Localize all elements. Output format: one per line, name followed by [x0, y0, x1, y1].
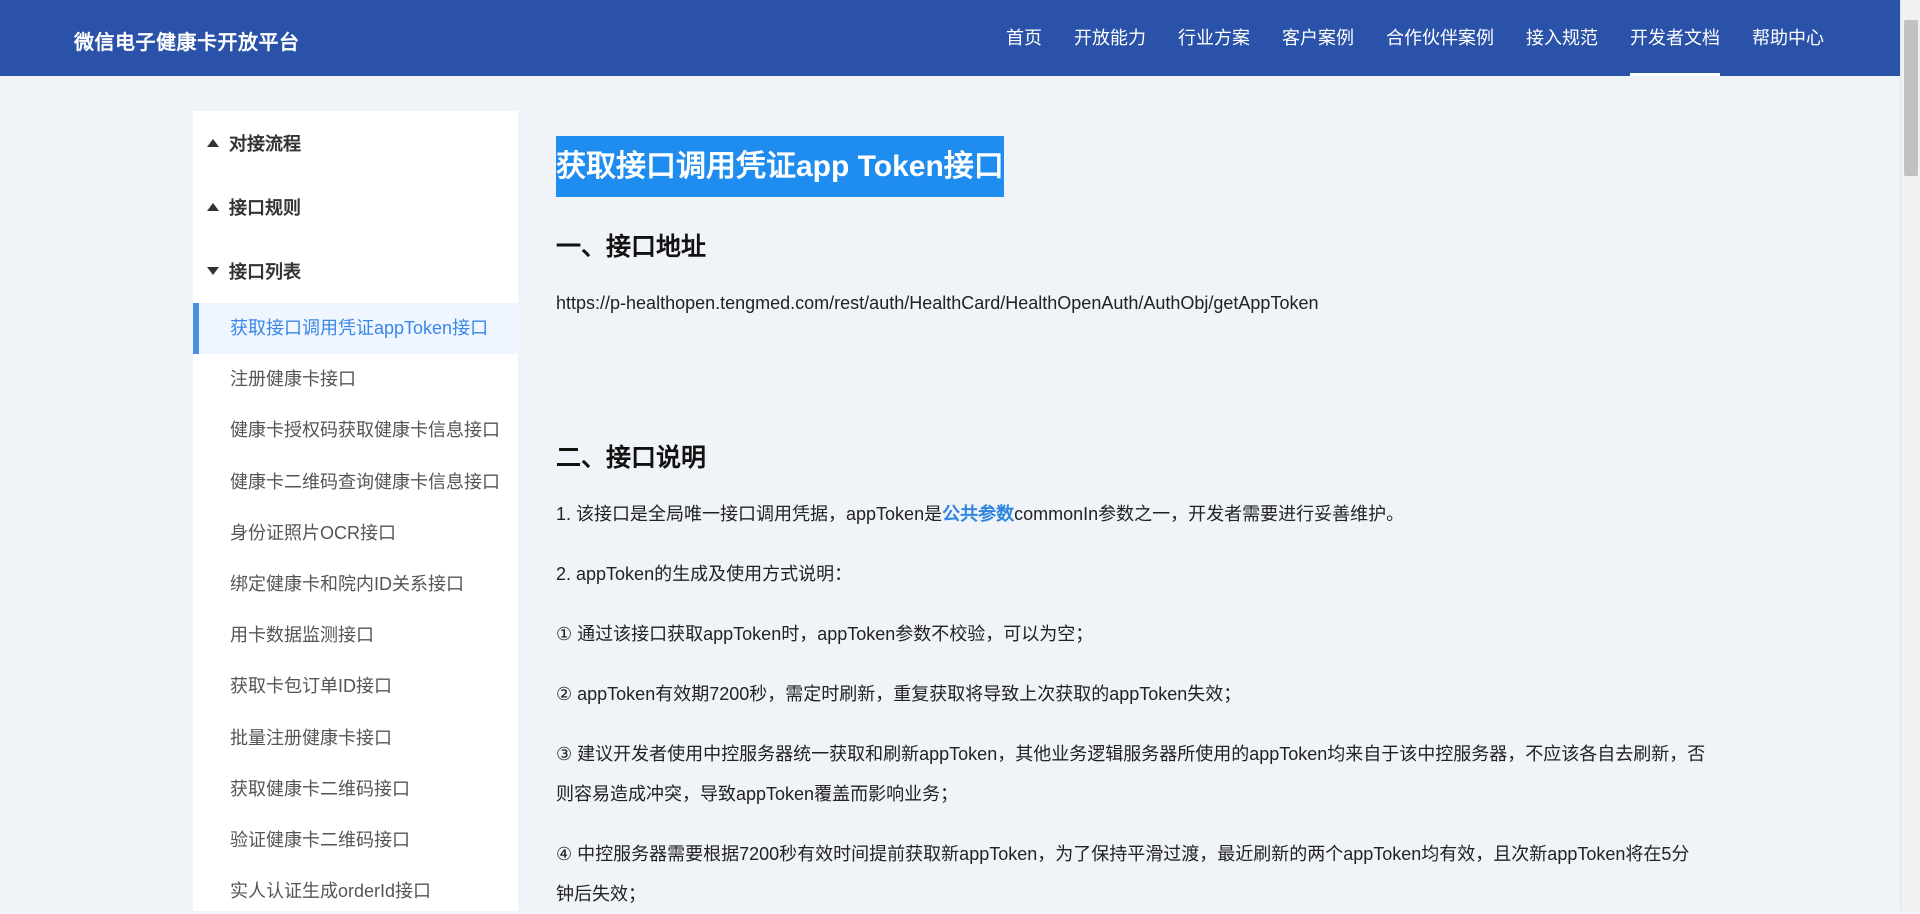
nav-access-spec[interactable]: 接入规范 — [1526, 0, 1598, 76]
description-paragraph-1: 1. 该接口是全局唯一接口调用凭据，appToken是公共参数commonIn参… — [556, 494, 1706, 534]
sidebar-group-label: 对接流程 — [229, 134, 301, 154]
sidebar-item-qrcode-card-info[interactable]: 健康卡二维码查询健康卡信息接口 — [193, 457, 518, 508]
brand-title[interactable]: 微信电子健康卡开放平台 — [74, 26, 300, 55]
sidebar-item-register-card[interactable]: 注册健康卡接口 — [193, 354, 518, 405]
paragraph-text: 1. 该接口是全局唯一接口调用凭据，appToken是 — [556, 504, 943, 524]
sidebar-group-label: 接口列表 — [229, 262, 301, 282]
public-params-link[interactable]: 公共参数 — [942, 504, 1014, 524]
page-scrollbar[interactable] — [1900, 0, 1920, 911]
sidebar-item-get-apptoken[interactable]: 获取接口调用凭证appToken接口 — [193, 303, 518, 355]
sidebar-item-usage-monitoring[interactable]: 用卡数据监测接口 — [193, 610, 518, 661]
section-heading-description: 二、接口说明 — [556, 444, 707, 472]
description-paragraph-3: ① 通过该接口获取appToken时，appToken参数不校验，可以为空； — [556, 624, 1094, 644]
sidebar-group-integration-flow[interactable]: 对接流程 — [193, 111, 518, 175]
sidebar-item-card-order-id[interactable]: 获取卡包订单ID接口 — [193, 661, 518, 712]
description-paragraph-4: ② appToken有效期7200秒，需定时刷新，重复获取将导致上次获取的app… — [556, 684, 1242, 704]
sidebar-item-id-ocr[interactable]: 身份证照片OCR接口 — [193, 508, 518, 559]
sidebar-group-interface-list[interactable]: 接口列表 — [193, 239, 518, 303]
sidebar-item-batch-register[interactable]: 批量注册健康卡接口 — [193, 713, 518, 764]
main-nav: 首页 开放能力 行业方案 客户案例 合作伙伴案例 接入规范 开发者文档 帮助中心 — [974, 0, 1824, 76]
description-paragraph-5: ③ 建议开发者使用中控服务器统一获取和刷新appToken，其他业务逻辑服务器所… — [556, 744, 1706, 804]
scrollbar-thumb[interactable] — [1904, 20, 1918, 176]
sidebar-group-interface-rules[interactable]: 接口规则 — [193, 175, 518, 239]
top-navbar: 微信电子健康卡开放平台 首页 开放能力 行业方案 客户案例 合作伙伴案例 接入规… — [0, 0, 1900, 76]
nav-home[interactable]: 首页 — [1006, 0, 1042, 76]
caret-up-icon — [207, 203, 219, 211]
nav-industry-solutions[interactable]: 行业方案 — [1178, 0, 1250, 76]
sidebar-item-bind-hospital-id[interactable]: 绑定健康卡和院内ID关系接口 — [193, 559, 518, 610]
description-paragraph-6: ④ 中控服务器需要根据7200秒有效时间提前获取新appToken，为了保持平滑… — [556, 844, 1690, 904]
sidebar-item-get-qrcode[interactable]: 获取健康卡二维码接口 — [193, 764, 518, 815]
section-heading-address: 一、接口地址 — [556, 233, 707, 261]
doc-content: 获取接口调用凭证app Token接口 一、接口地址 https://p-hea… — [556, 136, 1706, 914]
caret-down-icon — [207, 267, 219, 275]
nav-customer-cases[interactable]: 客户案例 — [1282, 0, 1354, 76]
nav-capabilities[interactable]: 开放能力 — [1074, 0, 1146, 76]
description-paragraph-2: 2. appToken的生成及使用方式说明： — [556, 564, 853, 584]
page-title: 获取接口调用凭证app Token接口 — [556, 136, 1004, 197]
endpoint-url: https://p-healthopen.tengmed.com/rest/au… — [556, 293, 1319, 313]
nav-help-center[interactable]: 帮助中心 — [1752, 0, 1824, 76]
doc-sidebar: 对接流程 接口规则 接口列表 获取接口调用凭证appToken接口 注册健康卡接… — [193, 111, 518, 911]
sidebar-item-verify-qrcode[interactable]: 验证健康卡二维码接口 — [193, 815, 518, 866]
sidebar-item-realname-orderid[interactable]: 实人认证生成orderId接口 — [193, 866, 518, 911]
sidebar-item-authcode-card-info[interactable]: 健康卡授权码获取健康卡信息接口 — [193, 405, 518, 456]
sidebar-group-label: 接口规则 — [229, 198, 301, 218]
nav-developer-docs[interactable]: 开发者文档 — [1630, 0, 1720, 76]
nav-partner-cases[interactable]: 合作伙伴案例 — [1386, 0, 1494, 76]
caret-up-icon — [207, 139, 219, 147]
paragraph-text: commonIn参数之一，开发者需要进行妥善维护。 — [1014, 504, 1405, 524]
